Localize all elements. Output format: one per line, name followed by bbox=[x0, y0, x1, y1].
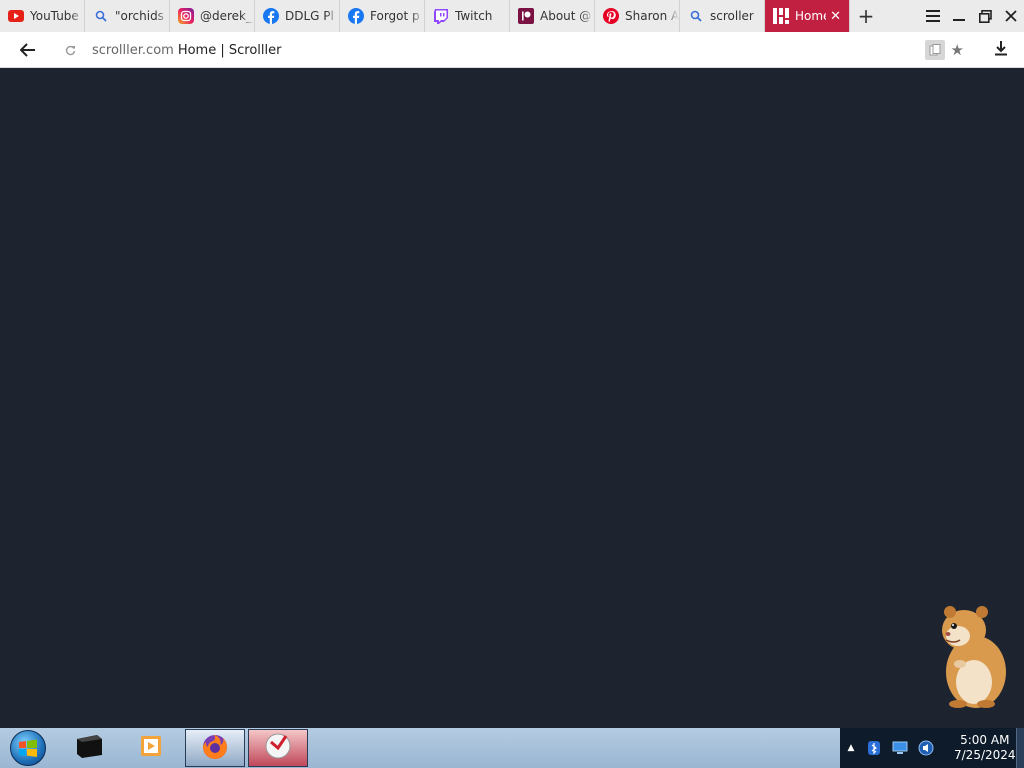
system-tray: ▲ 5:00 AM 7/25/2024 bbox=[840, 728, 1024, 768]
instagram-icon bbox=[178, 8, 194, 24]
tab-youtube[interactable]: YouTube bbox=[0, 0, 85, 32]
tab-pinterest[interactable]: Sharon A bbox=[595, 0, 680, 32]
tab-twitch[interactable]: Twitch bbox=[425, 0, 510, 32]
terminal-icon bbox=[74, 733, 104, 763]
close-tab-icon[interactable]: ✕ bbox=[830, 9, 841, 24]
url-field[interactable]: scrolller.com Home | Scrolller ★ bbox=[56, 36, 970, 64]
tab-scroller-search[interactable]: scroller bbox=[680, 0, 765, 32]
tab-title: DDLG Pl bbox=[285, 9, 334, 23]
taskbar: ▲ 5:00 AM 7/25/2024 bbox=[0, 728, 1024, 768]
tab-patreon[interactable]: About @ bbox=[510, 0, 595, 32]
taskbar-app-terminal[interactable] bbox=[59, 729, 119, 767]
windows-logo-icon bbox=[10, 730, 46, 766]
tab-title: About @ bbox=[540, 9, 592, 23]
pinterest-icon bbox=[603, 8, 619, 24]
tab-title: scroller bbox=[710, 9, 754, 23]
menu-icon[interactable] bbox=[920, 0, 946, 32]
show-desktop-button[interactable] bbox=[1016, 728, 1024, 768]
search-icon bbox=[688, 8, 704, 24]
tab-instagram[interactable]: @derek_ bbox=[170, 0, 255, 32]
tab-title: Home bbox=[795, 9, 826, 23]
reload-icon[interactable] bbox=[60, 45, 80, 56]
tab-title: @derek_ bbox=[200, 9, 253, 23]
facebook-icon bbox=[348, 8, 364, 24]
new-tab-button[interactable]: + bbox=[850, 0, 882, 32]
tab-strip: YouTube "orchids @derek_ DDLG Pl Forgot … bbox=[0, 0, 1024, 32]
url-domain: scrolller.com bbox=[92, 42, 174, 58]
tab-scrolller-home[interactable]: Home ✕ bbox=[765, 0, 850, 32]
minimize-icon[interactable] bbox=[946, 0, 972, 32]
tab-title: Sharon A bbox=[625, 9, 679, 23]
tab-facebook-forgot[interactable]: Forgot p bbox=[340, 0, 425, 32]
volume-tray-icon[interactable] bbox=[916, 738, 936, 758]
bluetooth-tray-icon[interactable] bbox=[864, 738, 884, 758]
address-bar: scrolller.com Home | Scrolller ★ bbox=[0, 32, 1024, 68]
clock-time: 5:00 AM bbox=[960, 733, 1010, 747]
clock-date: 7/25/2024 bbox=[954, 748, 1016, 762]
scrolller-icon bbox=[773, 8, 789, 24]
reader-mode-icon[interactable] bbox=[924, 40, 945, 60]
back-arrow-icon[interactable] bbox=[8, 32, 48, 68]
tab-title: Forgot p bbox=[370, 9, 420, 23]
taskbar-app-clock[interactable] bbox=[248, 729, 308, 767]
tab-title: "orchids bbox=[115, 9, 164, 23]
facebook-icon bbox=[263, 8, 279, 24]
youtube-icon bbox=[8, 8, 24, 24]
hamster-desktop-pet[interactable] bbox=[936, 600, 1010, 710]
network-tray-icon[interactable] bbox=[890, 738, 910, 758]
taskbar-app-media-player[interactable] bbox=[122, 729, 182, 767]
url-page-title: Home | Scrolller bbox=[177, 42, 282, 58]
system-clock[interactable]: 5:00 AM 7/25/2024 bbox=[954, 733, 1016, 763]
twitch-icon bbox=[433, 8, 449, 24]
download-icon[interactable] bbox=[994, 40, 1008, 60]
media-player-icon bbox=[140, 734, 164, 762]
tab-facebook-ddlg[interactable]: DDLG Pl bbox=[255, 0, 340, 32]
clock-app-icon bbox=[263, 731, 293, 765]
window-controls bbox=[920, 0, 1024, 32]
firefox-icon bbox=[200, 731, 230, 765]
show-hidden-icons-icon[interactable]: ▲ bbox=[844, 743, 858, 753]
page-content bbox=[0, 68, 1024, 728]
restore-icon[interactable] bbox=[972, 0, 998, 32]
tab-title: YouTube bbox=[30, 9, 79, 23]
patreon-icon bbox=[518, 8, 534, 24]
start-button[interactable] bbox=[0, 728, 56, 768]
bookmark-star-icon[interactable]: ★ bbox=[951, 41, 964, 59]
taskbar-app-firefox[interactable] bbox=[185, 729, 245, 767]
close-window-icon[interactable] bbox=[998, 0, 1024, 32]
search-icon bbox=[93, 8, 109, 24]
tab-title: Twitch bbox=[455, 9, 493, 23]
tab-orchids-search[interactable]: "orchids bbox=[85, 0, 170, 32]
